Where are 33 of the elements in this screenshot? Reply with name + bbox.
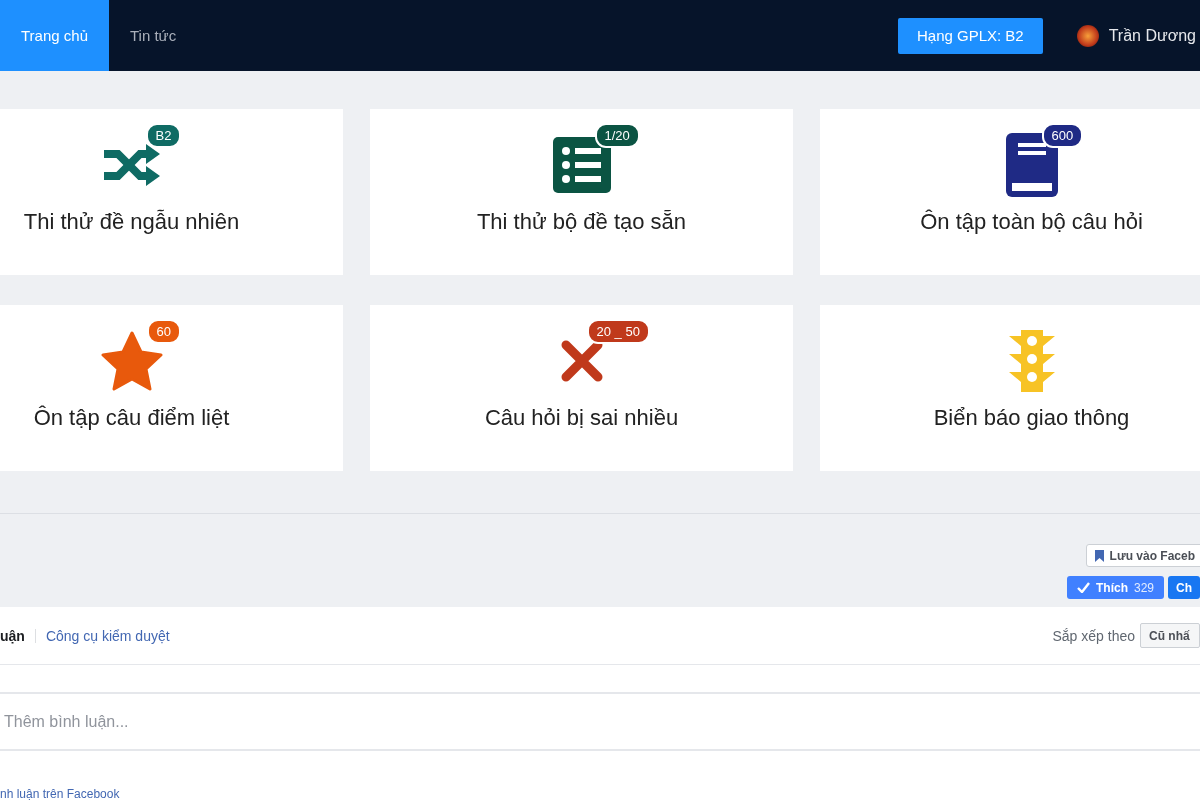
cross-icon — [560, 340, 603, 382]
avatar-icon[interactable] — [1076, 24, 1099, 47]
card-title: Ôn tập toàn bộ câu hỏi — [920, 209, 1143, 235]
menu-card[interactable]: 1/20 Thi thử bộ đề tạo sẵn — [370, 109, 793, 275]
bookmark-icon — [1094, 549, 1104, 562]
menu-card[interactable]: 20 _ 50 Câu hỏi bị sai nhiều — [370, 305, 793, 471]
comments-tab[interactable]: uận — [0, 627, 25, 644]
menu-card[interactable]: B2 Thi thử đề ngẫu nhiên — [0, 109, 343, 275]
moderation-tools-link[interactable]: Công cụ kiểm duyệt — [45, 627, 170, 644]
count-badge: 600 — [1041, 123, 1084, 148]
share-button[interactable]: Ch — [1168, 576, 1200, 599]
sort-label: Sắp xếp theo — [1052, 627, 1135, 644]
card-title: Câu hỏi bị sai nhiều — [484, 405, 679, 431]
card-title: Thi thử đề ngẫu nhiên — [23, 209, 240, 235]
menu-card[interactable]: 60 Ôn tập câu điểm liệt — [0, 305, 343, 471]
card-title: Thi thử bộ đề tạo sẵn — [476, 209, 687, 235]
save-to-facebook-button[interactable]: Lưu vào Faceb — [1085, 544, 1200, 567]
count-badge: B2 — [145, 123, 182, 148]
menu-card[interactable]: Biển báo giao thông — [820, 305, 1200, 471]
traffic-light-icon — [1008, 330, 1055, 392]
check-icon — [1076, 582, 1090, 593]
facebook-comments-link[interactable]: nh luận trên Facebook — [0, 787, 120, 800]
sort-dropdown[interactable]: Cũ nhấ — [1140, 623, 1200, 648]
count-badge: 20 _ 50 — [586, 319, 650, 344]
comment-input-field[interactable]: Thêm bình luận... — [0, 694, 1200, 751]
count-badge: 60 — [146, 319, 181, 344]
like-button[interactable]: Thích 329 — [1066, 576, 1164, 599]
nav-tab[interactable]: Tin tức — [109, 0, 198, 71]
count-badge: 1/20 — [594, 123, 640, 148]
menu-card[interactable]: 600 Ôn tập toàn bộ câu hỏi — [820, 109, 1200, 275]
user-name[interactable]: Trần Dương — [1108, 26, 1196, 45]
card-title: Ôn tập câu điểm liệt — [33, 405, 230, 431]
card-title: Biển báo giao thông — [933, 405, 1130, 431]
